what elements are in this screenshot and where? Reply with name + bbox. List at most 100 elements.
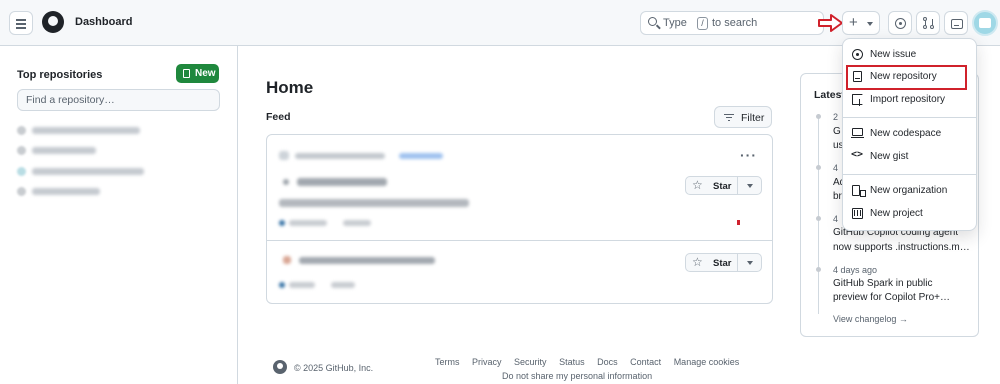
repo-icon	[183, 69, 190, 78]
inbox-button[interactable]	[944, 11, 968, 35]
star-button-label: Star	[713, 180, 732, 192]
star-button[interactable]: ☆ Star	[685, 176, 762, 195]
footer-link-contact[interactable]: Contact	[630, 357, 661, 367]
star-button[interactable]: ☆ Star	[685, 253, 762, 272]
user-avatar[interactable]	[972, 10, 998, 36]
timeline-dot	[816, 165, 821, 170]
plus-icon: +	[849, 14, 858, 31]
star-icon: ☆	[692, 178, 703, 192]
activity-marker	[737, 220, 740, 225]
latest-changes-heading: Latest	[814, 89, 845, 101]
trending-repositories-label	[295, 153, 385, 159]
footer-link-manage-cookies[interactable]: Manage cookies	[674, 357, 740, 367]
footer-link-security[interactable]: Security	[514, 357, 547, 367]
menu-item-new-gist[interactable]: <> New gist	[849, 147, 972, 167]
menu-item-label: New codespace	[870, 128, 942, 139]
trending-icon	[279, 151, 289, 160]
menu-item-new-codespace[interactable]: New codespace	[849, 124, 972, 144]
filter-button-label: Filter	[741, 112, 765, 124]
chevron-down-icon[interactable]	[747, 261, 753, 265]
footer-copyright: © 2025 GitHub, Inc.	[294, 363, 374, 373]
menu-hamburger-icon[interactable]	[9, 11, 33, 35]
language-label	[289, 282, 315, 288]
project-icon	[852, 208, 863, 219]
language-color-dot	[279, 220, 285, 226]
changelog-entry-link[interactable]: GitHub Spark in public	[833, 277, 975, 291]
star-icon: ☆	[692, 255, 703, 269]
language-label	[289, 220, 327, 226]
annotation-highlight-box	[846, 65, 967, 90]
footer-link-docs[interactable]: Docs	[597, 357, 618, 367]
search-hint-prefix: Type	[663, 17, 687, 29]
github-logo-icon[interactable]	[42, 11, 64, 33]
star-count	[343, 220, 371, 226]
chevron-down-icon	[867, 22, 873, 26]
footer-link-privacy[interactable]: Privacy	[472, 357, 502, 367]
footer-link-terms[interactable]: Terms	[435, 357, 460, 367]
menu-item-label: New organization	[870, 185, 948, 196]
repo-avatar	[283, 256, 291, 264]
git-pull-request-icon	[923, 17, 935, 30]
star-count	[331, 282, 355, 288]
search-input[interactable]: Type / to search	[640, 11, 824, 35]
menu-item-label: New issue	[870, 49, 917, 60]
find-repository-input[interactable]	[17, 89, 220, 111]
timeline-dot	[816, 216, 821, 221]
star-button-label: Star	[713, 257, 732, 269]
filter-icon	[724, 114, 734, 122]
menu-item-new-project[interactable]: New project	[849, 204, 972, 224]
more-options-icon[interactable]: ···	[740, 147, 757, 163]
feed-heading: Feed	[266, 111, 291, 123]
chevron-down-icon[interactable]	[747, 184, 753, 188]
organization-icon	[852, 185, 866, 197]
issue-opened-icon	[895, 18, 906, 29]
footer-link-status[interactable]: Status	[559, 357, 585, 367]
menu-item-new-issue[interactable]: New issue	[849, 45, 972, 65]
changelog-entry-link[interactable]: preview for Copilot Pro+…	[833, 291, 975, 305]
menu-item-label: New project	[870, 208, 923, 219]
annotation-arrow-icon	[818, 14, 843, 32]
language-color-dot	[279, 282, 285, 288]
code-icon: <>	[851, 149, 864, 160]
repo-name-link[interactable]	[297, 178, 387, 186]
menu-item-import-repository[interactable]: Import repository	[849, 90, 972, 110]
feed-card: ··· ☆ Star ☆ Star	[266, 134, 773, 304]
repo-push-icon	[852, 94, 863, 106]
filter-button[interactable]: Filter	[714, 106, 772, 128]
divider	[267, 240, 772, 241]
create-new-button[interactable]: +	[842, 11, 880, 35]
timeline-dot	[816, 267, 821, 272]
view-changelog-link[interactable]: View changelog →	[833, 314, 908, 324]
timeline-dot	[816, 114, 821, 119]
changelog-date: 2	[833, 112, 839, 122]
changelog-date: 4	[833, 163, 839, 173]
repo-name-link[interactable]	[299, 257, 435, 264]
github-footer-logo-icon[interactable]	[273, 360, 287, 374]
timeline-line	[818, 114, 819, 314]
search-hint-suffix: to search	[712, 17, 758, 29]
footer-link-do-not-share[interactable]: Do not share my personal information	[502, 371, 652, 381]
new-button-label: New	[195, 68, 216, 79]
inbox-icon	[951, 19, 963, 29]
pull-requests-button[interactable]	[916, 11, 940, 35]
new-repository-button[interactable]: New	[176, 64, 219, 83]
search-shortcut-key: /	[697, 17, 708, 30]
menu-divider	[843, 117, 976, 118]
repo-avatar	[283, 179, 289, 185]
issues-button[interactable]	[888, 11, 912, 35]
menu-item-label: Import repository	[870, 94, 946, 105]
menu-divider	[843, 174, 976, 175]
menu-item-new-organization[interactable]: New organization	[849, 181, 972, 201]
page-context-title[interactable]: Dashboard	[75, 16, 132, 28]
see-more-link[interactable]	[399, 153, 443, 159]
top-repositories-heading: Top repositories	[17, 69, 103, 81]
page-title: Home	[266, 78, 314, 97]
footer-links: Terms Privacy Security Status Docs Conta…	[435, 357, 749, 367]
menu-item-label: New gist	[870, 151, 909, 162]
repo-description	[279, 199, 469, 207]
changelog-date: 4	[833, 214, 839, 224]
issue-opened-icon	[852, 49, 863, 60]
changelog-date: 4 days ago	[833, 265, 878, 275]
changelog-entry-link[interactable]: now supports .instructions.m…	[833, 241, 975, 255]
codespaces-icon	[851, 128, 864, 139]
